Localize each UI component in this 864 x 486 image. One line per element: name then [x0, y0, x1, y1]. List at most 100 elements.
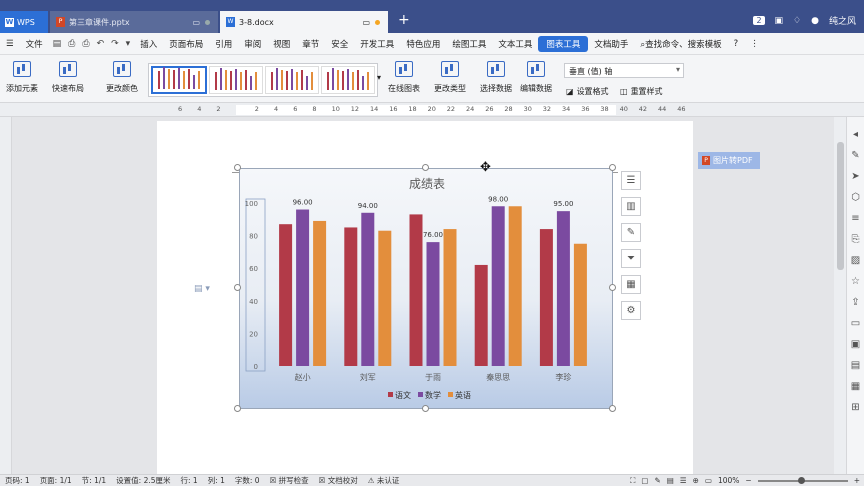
status-pages[interactable]: 页面: 1/1	[35, 475, 77, 486]
menu-file[interactable]: 文件	[20, 38, 49, 50]
save-icon[interactable]: ▤	[53, 39, 62, 49]
resize-handle[interactable]	[422, 405, 429, 412]
spell-check-button[interactable]: ☒ 拼写检查	[265, 475, 314, 486]
chart-style-thumb[interactable]	[321, 66, 375, 94]
menu-doc-assistant[interactable]: 文档助手	[588, 38, 634, 50]
scrollbar-thumb[interactable]	[837, 142, 844, 270]
status-words[interactable]: 字数: 0	[230, 475, 265, 486]
star-icon[interactable]: ☆	[851, 276, 860, 287]
zoom-slider-knob[interactable]	[797, 476, 805, 484]
chart-elements-icon[interactable]: ☰	[621, 171, 641, 190]
unsaved-dot-icon[interactable]	[375, 20, 380, 25]
chart-type-icon[interactable]: ▦	[621, 275, 641, 294]
menu-drawing-tools[interactable]: 绘图工具	[446, 38, 492, 50]
edit-icon[interactable]: ✎	[851, 150, 859, 161]
doc-proof-button[interactable]: ☒ 文档校对	[314, 475, 363, 486]
web-view-icon[interactable]: ⊕	[693, 476, 699, 485]
collapse-icon[interactable]: ◂	[853, 129, 858, 140]
embedded-chart[interactable]: 成绩表 0 20 40 60 80 100 96.00 94.00 76.00 98.00 95.…	[239, 168, 613, 409]
user-name[interactable]: 纯之风	[829, 14, 856, 27]
axis-select[interactable]: 垂直 (值) 轴	[564, 63, 684, 78]
grid-icon[interactable]: ⊞	[851, 402, 859, 413]
bar[interactable]	[539, 229, 553, 366]
change-type-button[interactable]: 更改类型	[434, 61, 466, 94]
add-element-button[interactable]: 添加元素	[6, 61, 38, 94]
chart-style-thumb[interactable]	[209, 66, 263, 94]
data-label[interactable]: 94.00	[358, 202, 378, 210]
adjust-icon[interactable]: ≡	[851, 213, 859, 224]
menu-chart-tools[interactable]: 图表工具	[538, 35, 589, 52]
new-tab-icon[interactable]: +	[398, 12, 410, 28]
resize-handle[interactable]	[609, 284, 616, 291]
legend-label[interactable]: 数学	[425, 390, 441, 400]
share-icon[interactable]: ⇪	[851, 297, 859, 308]
horizontal-ruler[interactable]: 6 4 2 2 4 6 8 10 12 14 16 18 20 22 24 26 28 30 32 34 36 38 40 4…	[0, 103, 864, 117]
vertical-ruler[interactable]	[0, 117, 12, 474]
select-data-button[interactable]: 选择数据	[480, 61, 512, 94]
menu-insert[interactable]: 插入	[134, 38, 163, 50]
search-command[interactable]: ⌕查找命令、搜索模板	[634, 38, 727, 50]
data-label[interactable]: 96.00	[293, 199, 313, 207]
reset-style-button[interactable]: ◫ 重置样式	[620, 86, 663, 97]
image-icon[interactable]: ▣	[851, 339, 860, 350]
window-count-badge[interactable]: 2	[753, 16, 765, 25]
bar[interactable]	[378, 230, 392, 366]
layout-icon[interactable]: ▤	[851, 360, 860, 371]
skin-icon[interactable]: ▣	[775, 16, 784, 26]
resize-handle[interactable]	[234, 284, 241, 291]
close-dot-icon[interactable]	[205, 20, 210, 25]
resize-handle[interactable]	[609, 164, 616, 171]
resize-handle[interactable]	[422, 164, 429, 171]
bar[interactable]	[556, 211, 570, 366]
menu-view[interactable]: 视图	[267, 38, 296, 50]
bar[interactable]	[296, 209, 310, 366]
data-label[interactable]: 98.00	[488, 195, 508, 203]
bar[interactable]	[279, 224, 293, 366]
menu-section[interactable]: 章节	[296, 38, 325, 50]
chart-style-thumb[interactable]	[265, 66, 319, 94]
chart-style-gallery[interactable]	[148, 63, 378, 97]
edit-mode-icon[interactable]: ✎	[654, 476, 660, 485]
table-icon[interactable]: ▦	[851, 381, 860, 392]
tab-pptx[interactable]: P 第三章课件.pptx ▭	[50, 11, 218, 33]
menu-text-tools[interactable]: 文本工具	[492, 38, 538, 50]
image-to-pdf-button[interactable]: P 图片转PDF	[698, 152, 760, 169]
bar[interactable]	[313, 220, 327, 366]
pointer-icon[interactable]: ➤	[851, 171, 859, 182]
tab-docx[interactable]: W 3-8.docx ▭	[220, 11, 388, 33]
chart-style-thumb[interactable]	[151, 66, 207, 94]
change-color-button[interactable]: 更改颜色	[106, 61, 138, 94]
page-view-icon[interactable]: ▤	[667, 476, 674, 485]
certification-status[interactable]: ⚠ 未认证	[363, 475, 405, 486]
bar[interactable]	[426, 242, 440, 366]
resize-handle[interactable]	[234, 405, 241, 412]
zoom-in-icon[interactable]: +	[854, 476, 860, 485]
bar[interactable]	[409, 214, 423, 366]
tshirt-icon[interactable]: ♢	[793, 16, 801, 26]
menu-features[interactable]: 特色应用	[400, 38, 446, 50]
read-view-icon[interactable]: ▭	[705, 476, 712, 485]
monitor-icon[interactable]: ▭	[192, 18, 200, 27]
picture-icon[interactable]: ▨	[851, 255, 860, 266]
bar[interactable]	[474, 264, 488, 366]
legend-label[interactable]: 英语	[455, 390, 471, 400]
fullscreen-icon[interactable]: ⛶	[630, 476, 635, 486]
bar[interactable]	[491, 206, 505, 366]
shape-icon[interactable]: ⬡	[851, 192, 860, 203]
menu-page-layout[interactable]: 页面布局	[163, 38, 209, 50]
gallery-more-icon[interactable]: ▾	[377, 73, 381, 82]
menu-dev-tools[interactable]: 开发工具	[354, 38, 400, 50]
status-setting[interactable]: 设置值: 2.5厘米	[111, 475, 175, 486]
menu-review[interactable]: 审阅	[238, 38, 267, 50]
zoom-level[interactable]: 100%	[718, 476, 739, 485]
data-label[interactable]: 95.00	[553, 200, 573, 208]
zoom-slider[interactable]	[757, 476, 848, 484]
bar[interactable]	[361, 212, 375, 366]
data-label[interactable]: 76.00	[423, 231, 443, 239]
bar[interactable]	[443, 229, 457, 366]
print-preview-icon[interactable]: ⎙	[68, 39, 75, 49]
focus-icon[interactable]: ▢	[641, 476, 648, 485]
set-format-button[interactable]: ◪ 设置格式	[566, 86, 609, 97]
status-section[interactable]: 节: 1/1	[77, 475, 111, 486]
hamburger-icon[interactable]: ☰	[0, 39, 20, 49]
